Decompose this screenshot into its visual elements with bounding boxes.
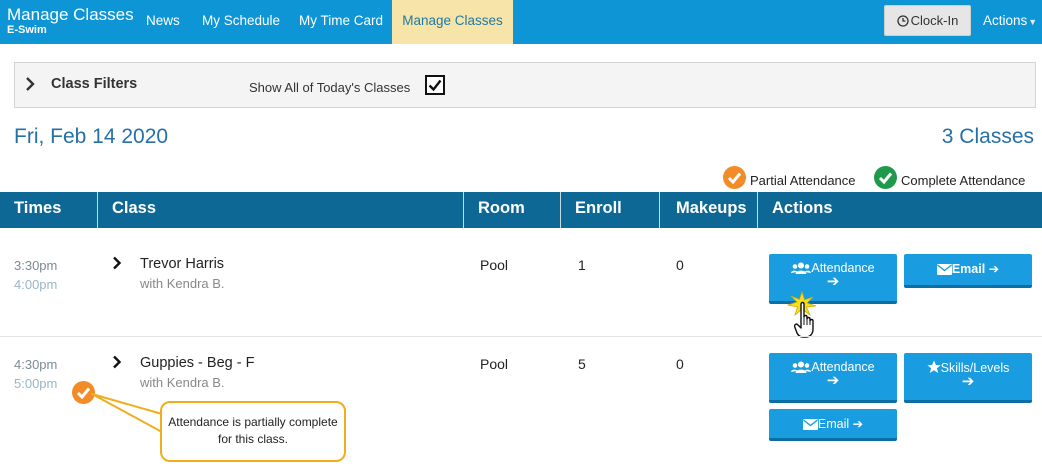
column-header-enroll: Enroll xyxy=(560,192,659,228)
classes-table-header: Times Class Room Enroll Makeups Actions xyxy=(0,192,1042,228)
callout-pointer xyxy=(91,393,163,433)
attendance-button[interactable]: Attendance ➔ xyxy=(769,353,897,403)
nav-item-news[interactable]: News xyxy=(146,0,180,44)
brand: Manage Classes E-Swim xyxy=(7,6,134,37)
expand-chevron-icon[interactable] xyxy=(112,256,122,275)
users-icon xyxy=(791,360,812,374)
class-name[interactable]: Trevor Harris xyxy=(140,256,224,272)
clock-in-button[interactable]: Clock-In xyxy=(884,5,971,36)
arrow-right-icon: ➔ xyxy=(826,273,840,290)
start-time: 4:30pm xyxy=(14,357,58,372)
show-all-classes-label: Show All of Today's Classes xyxy=(249,80,411,95)
room: Pool xyxy=(480,356,509,372)
enroll-count: 5 xyxy=(578,356,586,372)
complete-attendance-icon xyxy=(874,166,897,189)
class-count: 3 Classes xyxy=(941,125,1034,148)
column-header-makeups: Makeups xyxy=(659,192,757,228)
checkmark-icon xyxy=(428,79,442,92)
callout-annotation: Attendance is partially complete for thi… xyxy=(160,401,346,462)
class-time: 3:30pm 4:00pm xyxy=(14,256,57,294)
clock-icon xyxy=(897,8,909,37)
page-title: Manage Classes xyxy=(7,5,134,24)
start-time: 3:30pm xyxy=(14,258,58,273)
nav-item-my-schedule[interactable]: My Schedule xyxy=(202,0,280,44)
enroll-count: 1 xyxy=(578,257,586,273)
arrow-right-icon: ➔ xyxy=(826,372,840,389)
partial-attendance-icon xyxy=(723,166,746,189)
actions-dropdown[interactable]: Actions▼ xyxy=(983,0,1037,44)
hand-pointer-cursor-icon xyxy=(793,301,820,344)
nav-item-manage-classes[interactable]: Manage Classes xyxy=(392,0,513,44)
complete-attendance-label: Complete Attendance xyxy=(901,173,1026,188)
skills-levels-label: Skills/Levels xyxy=(940,361,1010,375)
class-filters-panel[interactable]: Class Filters Show All of Today's Classe… xyxy=(14,62,1036,108)
row-divider xyxy=(0,336,1042,337)
skills-levels-button[interactable]: Skills/Levels ➔ xyxy=(904,353,1032,403)
caret-down-icon: ▼ xyxy=(1028,17,1038,27)
clock-in-label: Clock-In xyxy=(910,13,959,28)
class-time: 4:30pm 5:00pm xyxy=(14,355,57,393)
star-icon xyxy=(927,360,941,375)
class-filters-title[interactable]: Class Filters xyxy=(51,76,137,92)
email-button[interactable]: Email ➔ xyxy=(904,254,1032,288)
email-label: Email xyxy=(951,262,986,276)
email-button[interactable]: Email ➔ xyxy=(769,409,897,441)
column-header-class: Class xyxy=(97,192,463,228)
selected-date: Fri, Feb 14 2020 xyxy=(14,125,169,148)
instructor-name: with Kendra B. xyxy=(140,276,225,291)
nav-item-my-time-card[interactable]: My Time Card xyxy=(299,0,383,44)
instructor-name: with Kendra B. xyxy=(140,375,225,390)
envelope-icon xyxy=(802,417,818,431)
attendance-label: Attendance xyxy=(811,261,875,275)
room: Pool xyxy=(480,257,509,273)
show-all-classes-checkbox[interactable] xyxy=(425,75,445,95)
actions-label: Actions xyxy=(983,13,1028,28)
attendance-label: Attendance xyxy=(811,360,875,374)
attendance-legend: Partial Attendance Complete Attendance xyxy=(723,166,1038,190)
users-icon xyxy=(791,261,812,275)
makeups-count: 0 xyxy=(676,257,684,273)
makeups-count: 0 xyxy=(676,356,684,372)
envelope-icon xyxy=(936,262,952,276)
end-time: 5:00pm xyxy=(14,376,58,391)
arrow-right-icon: ➔ xyxy=(961,373,975,390)
arrow-right-icon: ➔ xyxy=(985,262,1000,276)
partial-attendance-label: Partial Attendance xyxy=(750,173,856,188)
chevron-right-icon[interactable] xyxy=(24,76,36,97)
email-label: Email xyxy=(817,417,850,431)
organization-name: E-Swim xyxy=(7,24,47,36)
expand-chevron-icon[interactable] xyxy=(112,355,122,374)
arrow-right-icon: ➔ xyxy=(849,417,864,431)
column-header-actions: Actions xyxy=(757,192,1042,228)
column-header-room: Room xyxy=(463,192,560,228)
top-navigation-bar: Manage Classes E-Swim News My Schedule M… xyxy=(0,0,1042,44)
column-header-times: Times xyxy=(14,199,62,217)
end-time: 4:00pm xyxy=(14,277,58,292)
class-name[interactable]: Guppies - Beg - F xyxy=(140,355,254,371)
